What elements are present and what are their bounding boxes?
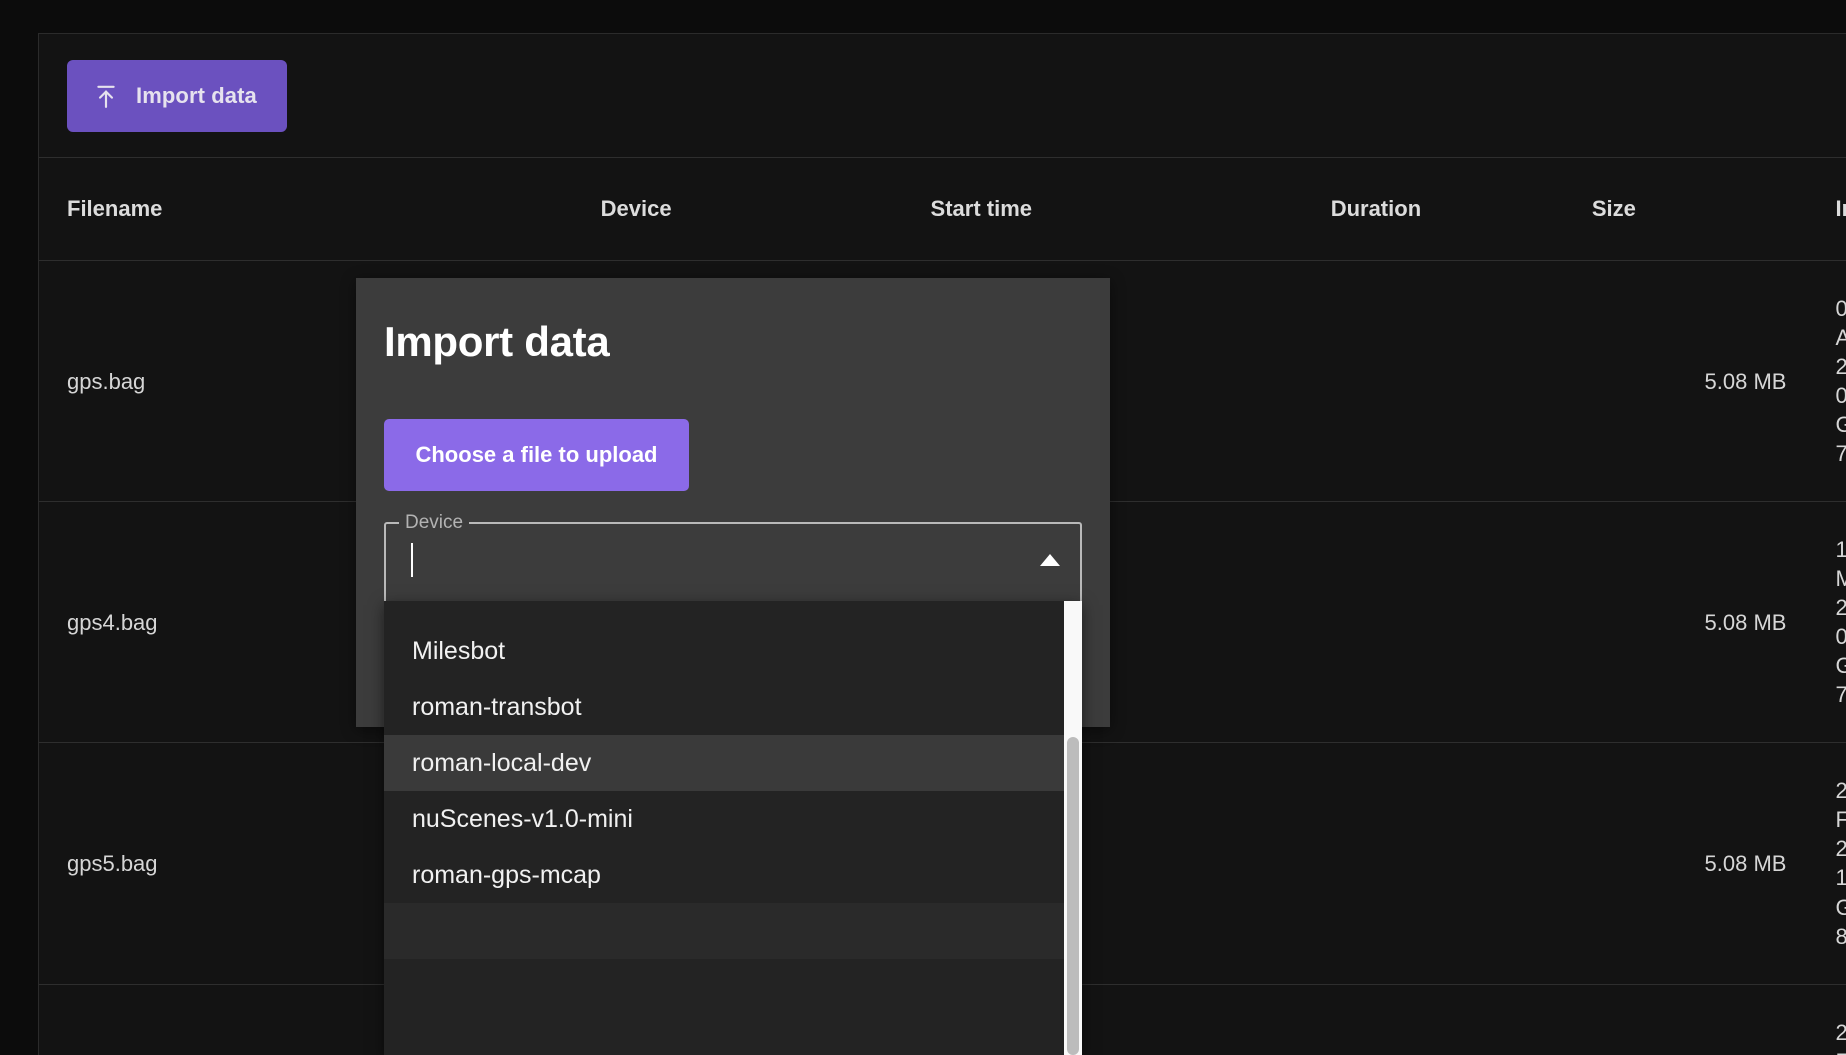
files-table-header: Filename Device Start time Duration Size… [39,158,1846,261]
dropdown-option-partial[interactable] [384,903,1064,959]
dropdown-option-nuscenes-v1-0-mini[interactable]: nuScenes-v1.0-mini [384,791,1064,847]
column-header-duration[interactable]: Duration [1331,158,1592,261]
cell-imported: 04 Apr 2022 06:43:09 GMT-7 [1809,261,1846,502]
cell-duration [1331,743,1592,984]
column-header-size[interactable]: Size [1592,158,1810,261]
text-cursor [411,543,413,577]
choose-file-button[interactable]: Choose a file to upload [384,419,689,491]
table-header-row: Filename Device Start time Duration Size… [39,158,1846,261]
device-field-outline: Device [384,512,1082,607]
table-toolbar: Import data [39,34,1846,158]
cell-imported: 17 Mar 2022 05:34:34 GMT-7 [1809,502,1846,743]
cell-size: 5.08 MB [1592,502,1810,743]
chevron-up-icon[interactable] [1040,554,1060,566]
upload-arrow-icon [93,83,119,109]
dropdown-option-roman-local-dev[interactable]: roman-local-dev [384,735,1064,791]
cell-imported: 24 Feb 2022 14:18:27 GMT-8 [1809,743,1846,984]
column-header-device[interactable]: Device [601,158,931,261]
dialog-title: Import data [384,318,609,366]
import-data-button-label: Import data [136,83,257,109]
dropdown-option-milesbot[interactable]: Milesbot [384,623,1064,679]
dropdown-option-roman-gps-mcap[interactable]: roman-gps-mcap [384,847,1064,903]
device-field-label: Device [399,512,469,534]
device-select-field[interactable]: Device [384,512,1082,607]
cell-duration [1331,984,1592,1055]
cell-size: 5.08 MB [1592,261,1810,502]
dropdown-option-roman-transbot[interactable]: roman-transbot [384,679,1064,735]
column-header-start-time[interactable]: Start time [931,158,1331,261]
cell-duration [1331,261,1592,502]
cell-imported: 24 Feb 2022 07:13:32 GMT-8 [1809,984,1846,1055]
column-header-imported[interactable]: Imported [1809,158,1846,261]
cell-size: 5.08 MB [1592,743,1810,984]
import-data-button[interactable]: Import data [67,60,287,132]
cell-size: 83.35 MB [1592,984,1810,1055]
dropdown-scrollbar-thumb[interactable] [1067,737,1079,1055]
dropdown-top-spacer [384,601,1064,623]
dropdown-option-list: Milesbot roman-transbot roman-local-dev … [384,601,1064,1055]
cell-duration [1331,502,1592,743]
device-dropdown-listbox: Milesbot roman-transbot roman-local-dev … [384,601,1082,1055]
dropdown-scrollbar[interactable] [1064,601,1082,1055]
app-root: Import data Filename Device Start time D… [0,0,1846,1055]
column-header-filename[interactable]: Filename [39,158,601,261]
